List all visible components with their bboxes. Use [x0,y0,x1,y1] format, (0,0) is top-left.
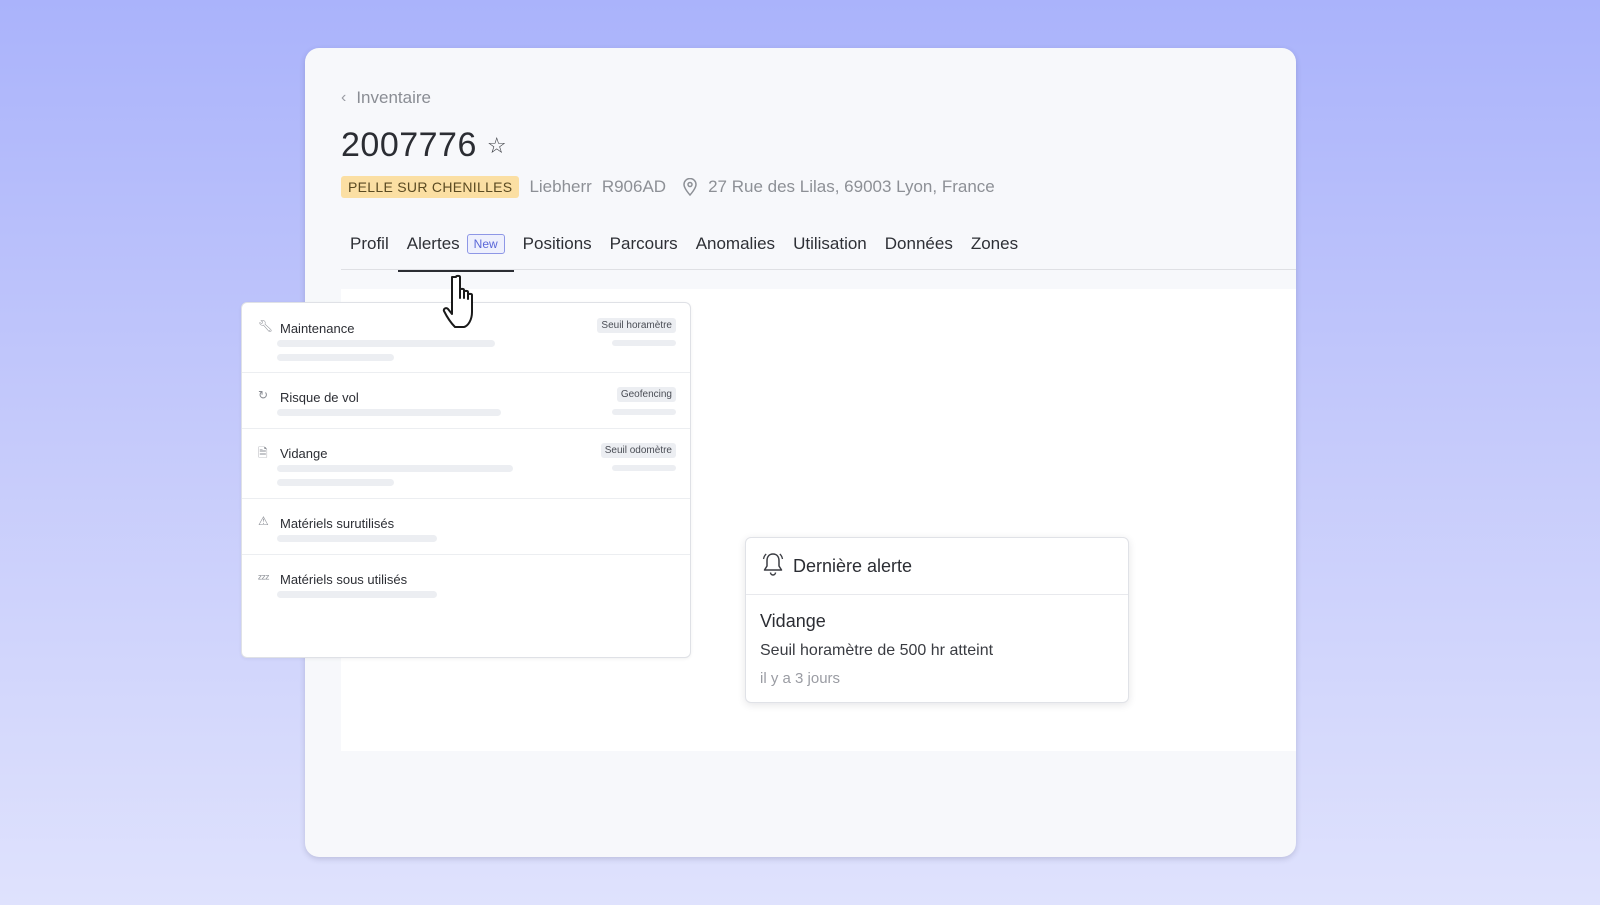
breadcrumb-label: Inventaire [356,88,431,107]
tab-label: Données [884,234,953,253]
asset-meta: PELLE SUR CHENILLES Liebherr R906AD 27 R… [341,176,995,198]
tab-label: Zones [970,234,1019,253]
alert-type-tag: Seuil horamètre [597,318,676,333]
tab-alertes[interactable]: Alertes New [397,226,514,272]
tab-label: Profil [350,234,389,253]
placeholder-bar [277,591,437,598]
placeholder-bar [277,465,513,472]
placeholder-bar [277,354,394,361]
placeholder-bar [612,340,676,346]
tab-positions[interactable]: Positions [514,226,601,270]
tab-label: Alertes [406,234,460,253]
bell-icon [762,552,784,581]
last-alert-heading: Dernière alerte [793,555,913,576]
placeholder-bar [612,465,676,471]
breadcrumb-back-link[interactable]: ‹ Inventaire [341,88,431,108]
star-icon[interactable]: ☆ [487,133,507,159]
last-alert-title: Vidange [760,611,826,631]
last-alert-popover[interactable]: Dernière alerte Vidange Seuil horamètre … [745,537,1129,703]
tab-profil[interactable]: Profil [341,226,398,270]
placeholder-bar [612,409,676,415]
tab-label: Utilisation [793,234,867,253]
tab-zones[interactable]: Zones [962,226,1027,270]
category-tag: PELLE SUR CHENILLES [341,176,520,198]
alert-types-list: 🔧︎ Maintenance Seuil horamètre ↻ Risque … [241,302,691,658]
hand-pointer-icon [440,272,486,335]
placeholder-bar [277,340,495,347]
alert-type-title: Matériels sous utilisés [280,572,408,587]
chevron-left-icon: ‹ [341,89,347,106]
list-item[interactable]: ⚠︎ Matériels surutilisés [242,499,690,555]
tab-anomalies[interactable]: Anomalies [687,226,784,270]
tab-utilisation[interactable]: Utilisation [784,226,876,270]
last-alert-time: il y a 3 jours [760,670,841,687]
alert-type-title: Vidange [280,446,328,461]
model-label: R906AD [601,177,667,196]
new-badge: New [466,234,505,254]
wrench-icon: 🔧︎ [258,319,274,333]
alert-type-tag: Seuil odomètre [600,443,676,458]
placeholder-bar [277,479,394,486]
last-alert-header: Dernière alerte [746,538,1128,595]
tab-label: Anomalies [695,234,776,253]
alert-type-tag: Geofencing [616,387,676,402]
brand-label: Liebherr [529,177,592,196]
warning-icon: ⚠︎ [258,514,269,528]
address-label: 27 Rue des Lilas, 69003 Lyon, France [708,177,995,196]
list-item[interactable]: ↻ Risque de vol Geofencing [242,373,690,429]
list-item[interactable]: 🗎︎ Vidange Seuil odomètre [242,429,690,499]
location-pin-icon [682,178,698,196]
sleep-icon: 💤︎ [258,570,270,584]
list-item[interactable]: 💤︎ Matériels sous utilisés [242,555,690,611]
alert-type-title: Risque de vol [280,390,359,405]
tab-bar: Profil Alertes New Positions Parcours An… [341,226,1296,272]
last-alert-body: Vidange Seuil horamètre de 500 hr attein… [746,595,1128,703]
tab-parcours[interactable]: Parcours [601,226,687,270]
route-icon: ↻ [258,388,269,402]
alert-type-title: Matériels surutilisés [280,516,395,531]
last-alert-description: Seuil horamètre de 500 hr atteint [760,642,994,659]
tab-label: Parcours [609,234,678,253]
file-icon: 🗎︎ [258,446,268,460]
tab-donnees[interactable]: Données [876,226,962,270]
title-row: 2007776 ☆ [341,126,507,165]
placeholder-bar [277,409,501,416]
placeholder-bar [277,535,437,542]
alert-type-title: Maintenance [280,321,355,336]
tab-label: Positions [522,234,592,253]
asset-id-title: 2007776 [341,126,477,164]
